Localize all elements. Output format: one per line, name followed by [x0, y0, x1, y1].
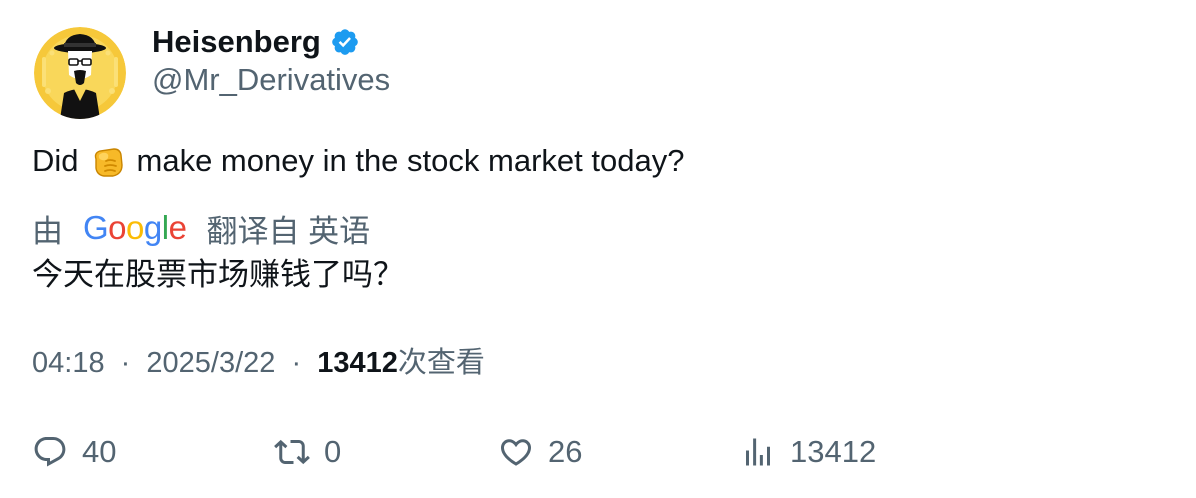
meta-separator: ·	[120, 347, 131, 379]
like-count: 26	[548, 434, 583, 469]
tweet-meta: 04:18 · 2025/3/22 · 13412次查看	[32, 342, 485, 384]
tweet-card: Heisenberg @Mr_Derivatives Did make mone…	[0, 0, 1196, 498]
avatar-image	[34, 27, 126, 119]
analytics-icon	[740, 434, 776, 470]
author-name-row: Heisenberg	[152, 22, 360, 62]
retweet-icon	[274, 434, 310, 470]
tweet-text-after: make money in the stock market today?	[136, 143, 685, 178]
translated-text: 今天在股票市场赚钱了吗？	[32, 257, 404, 292]
action-bar: 40 0 26 13412	[0, 426, 1196, 478]
google-logo: Google	[83, 209, 187, 246]
reply-icon	[32, 434, 68, 470]
reply-button[interactable]: 40	[32, 426, 116, 478]
like-button[interactable]: 26	[498, 426, 582, 478]
meta-separator: ·	[291, 347, 302, 379]
avatar[interactable]	[34, 27, 126, 119]
retweet-count: 0	[324, 434, 342, 469]
retweet-button[interactable]: 0	[274, 426, 341, 478]
tweet-text: Did make money in the stock market today…	[32, 140, 684, 182]
views-count: 13412	[317, 347, 398, 379]
translated-from-label: 翻译自 英语	[206, 213, 371, 249]
tweet-date[interactable]: 2025/3/22	[146, 347, 275, 379]
display-name[interactable]: Heisenberg	[152, 24, 321, 60]
tweet-time[interactable]: 04:18	[32, 347, 105, 379]
tweet-text-before: Did	[32, 143, 79, 178]
reply-count: 40	[82, 434, 117, 469]
heart-icon	[498, 434, 534, 470]
pointing-fist-emoji-icon	[88, 141, 128, 181]
author-handle[interactable]: @Mr_Derivatives	[152, 62, 390, 98]
verified-badge-icon	[330, 27, 360, 57]
translation-attribution[interactable]: 由 Google 翻译自 英语	[32, 206, 370, 250]
views-label: 次查看	[397, 347, 485, 379]
views-action-count: 13412	[790, 434, 877, 469]
views-button[interactable]: 13412	[740, 426, 876, 478]
translated-by-label: 由	[32, 213, 63, 249]
